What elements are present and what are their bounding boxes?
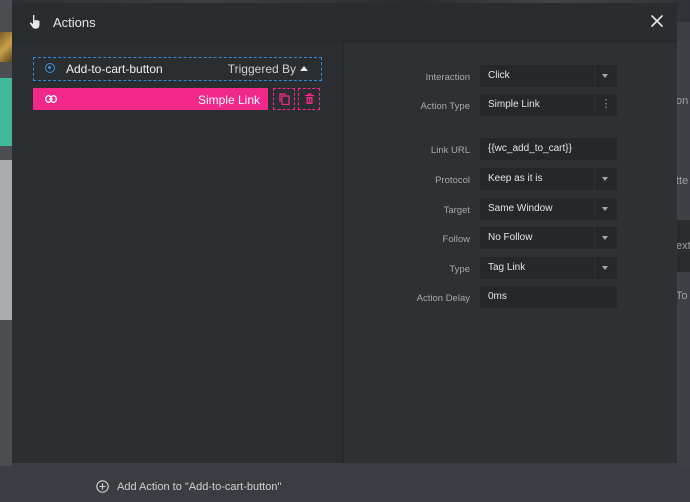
- background-left-strip: [0, 0, 12, 466]
- target-label: Target: [443, 205, 470, 216]
- trigger-name: Add-to-cart-button: [66, 62, 163, 76]
- action-type-label: Action Type: [420, 101, 470, 112]
- duplicate-action-button[interactable]: [273, 88, 295, 110]
- close-icon[interactable]: [649, 13, 665, 29]
- chevron-down-icon: [594, 227, 617, 249]
- background-light-block: [0, 160, 12, 320]
- background-text: on: [676, 95, 689, 107]
- link-url-input[interactable]: {{wc_add_to_cart}}: [480, 138, 617, 160]
- interaction-select[interactable]: Click: [480, 65, 617, 87]
- background-teal-block: [0, 78, 12, 146]
- plus-circle-icon: [96, 480, 109, 493]
- protocol-select[interactable]: Keep as it is: [480, 168, 617, 190]
- radio-dot-icon: [45, 63, 55, 73]
- interaction-label: Interaction: [425, 72, 470, 83]
- copy-icon: [279, 93, 290, 105]
- triggered-by-label: Triggered By: [227, 62, 296, 76]
- follow-select[interactable]: No Follow: [480, 227, 617, 249]
- add-action-button[interactable]: Add Action to "Add-to-cart-button": [12, 472, 343, 502]
- action-type-select[interactable]: Simple Link ⋮: [480, 94, 617, 116]
- type-value: Tag Link: [488, 262, 526, 273]
- action-delay-value: 0ms: [488, 291, 507, 302]
- trigger-header[interactable]: Add-to-cart-button Triggered By: [33, 57, 322, 81]
- follow-value: No Follow: [488, 232, 533, 243]
- link-url-value: {{wc_add_to_cart}}: [488, 143, 572, 154]
- trash-icon: [305, 93, 314, 104]
- target-select[interactable]: Same Window: [480, 198, 617, 220]
- modal-title: Actions: [53, 15, 96, 30]
- chevron-down-icon: [594, 198, 617, 220]
- actions-modal: Actions Add-to-cart-button Triggered By …: [12, 3, 677, 502]
- type-select[interactable]: Tag Link: [480, 257, 617, 279]
- chevron-down-icon: [594, 65, 617, 87]
- action-item-simple-link[interactable]: Simple Link: [33, 88, 268, 110]
- background-text: tte: [676, 175, 689, 187]
- link-url-label: Link URL: [430, 145, 470, 156]
- delete-action-button[interactable]: [298, 88, 320, 110]
- caret-up-icon[interactable]: [300, 66, 308, 71]
- action-delay-label: Action Delay: [416, 293, 470, 304]
- action-label: Simple Link: [197, 93, 260, 107]
- modal-header: Actions: [12, 3, 677, 42]
- action-properties-panel: Interaction Click Action Type Simple Lin…: [344, 42, 677, 463]
- add-action-label: Add Action to "Add-to-cart-button": [117, 481, 282, 493]
- action-delay-input[interactable]: 0ms: [480, 286, 617, 308]
- background-text: ext/: [676, 240, 690, 252]
- background-block: ext/: [676, 220, 690, 272]
- interaction-value: Click: [488, 70, 510, 81]
- hand-pointer-icon: [29, 14, 40, 29]
- chevron-down-icon: [594, 168, 617, 190]
- link-icon: [45, 95, 57, 103]
- background-right-strip: on tte ext/ To: [676, 40, 690, 466]
- type-label: Type: [449, 264, 470, 275]
- follow-label: Follow: [442, 234, 470, 245]
- protocol-label: Protocol: [435, 175, 470, 186]
- action-type-value: Simple Link: [488, 99, 540, 110]
- background-text: To: [676, 290, 688, 302]
- background-image: [0, 32, 12, 62]
- target-value: Same Window: [488, 203, 553, 214]
- actions-list-panel: Add-to-cart-button Triggered By Simple L…: [12, 42, 344, 502]
- protocol-value: Keep as it is: [488, 173, 543, 184]
- more-vertical-icon[interactable]: ⋮: [594, 94, 617, 116]
- chevron-down-icon: [594, 257, 617, 279]
